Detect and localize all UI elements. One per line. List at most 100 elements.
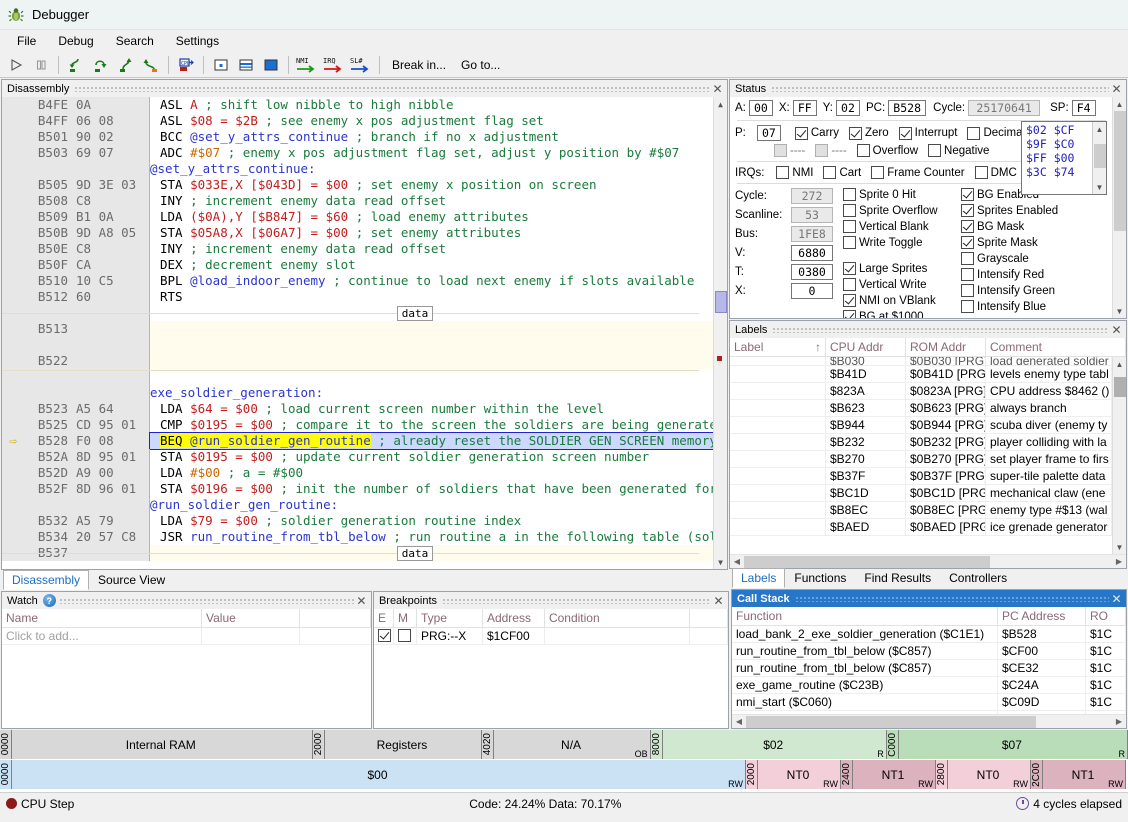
disassembly-code[interactable]: LDA $79 = $00 ; soldier generation routi… bbox=[150, 513, 713, 529]
ppu-flag-sprite-0-hit[interactable]: Sprite 0 Hit bbox=[843, 188, 951, 201]
table-row[interactable]: $823A$0823A [PRG]CPU address $8462 () bbox=[730, 383, 1112, 400]
disassembly-code[interactable]: STA $0196 = $00 ; init the number of sol… bbox=[150, 481, 713, 497]
disassembly-code[interactable]: INY ; increment enemy data read offset bbox=[150, 193, 713, 209]
scroll-track[interactable] bbox=[1093, 136, 1107, 180]
break-in-button[interactable]: Break in... bbox=[385, 56, 453, 74]
menu-file[interactable]: File bbox=[6, 31, 47, 51]
disassembly-row[interactable]: B50369 07ADC #$07 ; enemy x pos adjustme… bbox=[2, 145, 713, 161]
close-icon[interactable]: ✕ bbox=[710, 81, 725, 96]
cpu-memory-segment[interactable]: C000$07R bbox=[887, 730, 1128, 759]
disassembly-row[interactable]: B51260RTS bbox=[2, 289, 713, 305]
irq-cart[interactable]: Cart bbox=[823, 166, 861, 179]
table-row[interactable]: $B8EC$0B8EC [PRG]enemy type #$13 (wal bbox=[730, 502, 1112, 519]
disassembly-gutter[interactable] bbox=[2, 241, 24, 257]
watch-col-extra[interactable] bbox=[300, 609, 371, 627]
disassembly-code[interactable]: BPL @load_indoor_enemy ; continue to loa… bbox=[150, 273, 713, 289]
disassembly-row[interactable]: ⇨B528F0 08BEQ @run_soldier_gen_routine ;… bbox=[2, 433, 713, 449]
ppu-memory-segment[interactable]: 2C00NT1RW bbox=[1031, 760, 1126, 789]
disassembly-code[interactable]: @set_y_attrs_continue: bbox=[150, 161, 713, 177]
scroll-up-icon[interactable]: ▲ bbox=[1093, 122, 1107, 136]
table-row[interactable]: $B030$0B030 [PRG]load generated soldier bbox=[730, 357, 1112, 366]
disassembly-gutter[interactable] bbox=[2, 497, 24, 513]
table-row[interactable]: $B41D$0B41D [PRG]levels enemy type tabl bbox=[730, 366, 1112, 383]
table-row[interactable]: $B944$0B944 [PRG]scuba diver (enemy ty bbox=[730, 417, 1112, 434]
disassembly-row[interactable] bbox=[2, 369, 713, 385]
cpu-memory-segment[interactable]: 8000$02R bbox=[651, 730, 887, 759]
disassembly-row[interactable]: B4FE0AASL A ; shift low nibble to high n… bbox=[2, 97, 713, 113]
checkbox[interactable] bbox=[843, 204, 856, 217]
disassembly-row[interactable]: B532A5 79LDA $79 = $00 ; soldier generat… bbox=[2, 513, 713, 529]
disassembly-gutter[interactable] bbox=[2, 129, 24, 145]
disassembly-code[interactable]: LDA #$00 ; a = #$00 bbox=[150, 465, 713, 481]
scroll-track[interactable] bbox=[746, 716, 1112, 728]
watch-add-value[interactable] bbox=[202, 628, 300, 644]
menu-search[interactable]: Search bbox=[105, 31, 165, 51]
step-out-icon[interactable] bbox=[114, 54, 138, 76]
checkbox[interactable] bbox=[961, 236, 974, 249]
disassembly-gutter[interactable] bbox=[2, 321, 24, 337]
disassembly-code[interactable]: @run_soldier_gen_routine: bbox=[150, 497, 713, 513]
disassembly-row[interactable]: B50EC8INY ; increment enemy data read of… bbox=[2, 241, 713, 257]
flag-zero[interactable]: Zero bbox=[849, 127, 889, 140]
watch-add-row[interactable]: Click to add... bbox=[2, 628, 371, 645]
checkbox[interactable] bbox=[843, 278, 856, 291]
disassembly-gutter[interactable] bbox=[2, 257, 24, 273]
help-icon[interactable]: ? bbox=[43, 594, 56, 607]
callstack-rows[interactable]: load_bank_2_exe_soldier_generation ($C1E… bbox=[732, 626, 1126, 714]
stack-view[interactable]: $02 $CF$9F $C0$FF $00$3C $74 ▲ ▼ bbox=[1021, 121, 1107, 195]
disassembly-gutter[interactable] bbox=[2, 529, 24, 545]
ppu-flag-intensify-red[interactable]: Intensify Red bbox=[961, 268, 1058, 281]
stack-values[interactable]: $02 $CF$9F $C0$FF $00$3C $74 bbox=[1022, 122, 1092, 194]
ppu-flag-write-toggle[interactable]: Write Toggle bbox=[843, 236, 951, 249]
run-one-frame-icon[interactable] bbox=[259, 54, 283, 76]
menu-settings[interactable]: Settings bbox=[165, 31, 230, 51]
run-ppu-cycle-icon[interactable]: CPU bbox=[174, 54, 198, 76]
checkbox[interactable] bbox=[398, 629, 411, 642]
scroll-thumb[interactable] bbox=[715, 291, 727, 313]
checkbox[interactable] bbox=[961, 188, 974, 201]
disassembly-code[interactable]: exe_soldier_generation: bbox=[150, 385, 713, 401]
disassembly-row[interactable]: B50B9D A8 05STA $05A8,X [$06A7] = $00 ; … bbox=[2, 225, 713, 241]
watch-body[interactable]: Name Value Click to add... bbox=[2, 609, 371, 728]
table-row[interactable]: run_routine_from_tbl_below ($C857)$CF00$… bbox=[732, 643, 1126, 660]
scroll-thumb[interactable] bbox=[746, 716, 1036, 728]
bp-col-condition[interactable]: Condition bbox=[545, 609, 690, 627]
irq-frame-counter[interactable]: Frame Counter bbox=[871, 166, 964, 179]
table-row[interactable]: $BC1D$0BC1D [PRG]mechanical claw (ene bbox=[730, 485, 1112, 502]
scroll-track[interactable] bbox=[1113, 111, 1127, 304]
labels-rows[interactable]: $B030$0B030 [PRG]load generated soldier$… bbox=[730, 357, 1112, 554]
disassembly-gutter[interactable] bbox=[2, 481, 24, 497]
disassembly-code[interactable]: STA $0195 = $00 ; update current soldier… bbox=[150, 449, 713, 465]
cpu-memory-segment[interactable]: 0000Internal RAM bbox=[0, 730, 313, 759]
ppu-flag-sprite-overflow[interactable]: Sprite Overflow bbox=[843, 204, 951, 217]
table-row[interactable]: $B232$0B232 [PRG]player colliding with l… bbox=[730, 434, 1112, 451]
labels-col-rom-addr[interactable]: ROM Addr bbox=[906, 338, 986, 356]
panel-drag-grip[interactable] bbox=[772, 326, 1109, 333]
checkbox[interactable] bbox=[961, 252, 974, 265]
disassembly-gutter[interactable] bbox=[2, 225, 24, 241]
checkbox[interactable] bbox=[843, 294, 856, 307]
scroll-track[interactable] bbox=[744, 556, 1112, 568]
disassembly-row[interactable]: B525CD 95 01CMP $0195 = $00 ; compare it… bbox=[2, 417, 713, 433]
checkbox[interactable] bbox=[843, 188, 856, 201]
step-over-icon[interactable] bbox=[89, 54, 113, 76]
disassembly-code[interactable]: INY ; increment enemy data read offset bbox=[150, 241, 713, 257]
disassembly-gutter[interactable] bbox=[2, 401, 24, 417]
checkbox[interactable] bbox=[967, 127, 980, 140]
scroll-thumb[interactable] bbox=[1094, 144, 1106, 168]
disassembly-row[interactable]: B52A8D 95 01STA $0195 = $00 ; update cur… bbox=[2, 449, 713, 465]
disassembly-gutter[interactable] bbox=[2, 273, 24, 289]
table-row[interactable]: $B37F$0B37F [PRG]super-tile palette data bbox=[730, 468, 1112, 485]
watch-add-placeholder[interactable]: Click to add... bbox=[2, 628, 202, 644]
table-row[interactable]: PRG:--X$1CF00 bbox=[374, 628, 728, 645]
scroll-right-icon[interactable]: ▶ bbox=[1112, 717, 1126, 726]
ppu-flag-vertical-blank[interactable]: Vertical Blank bbox=[843, 220, 951, 233]
disassembly-gutter[interactable] bbox=[2, 209, 24, 225]
ppu-memory-segment[interactable]: 2400NT1RW bbox=[841, 760, 936, 789]
scroll-left-icon[interactable]: ◀ bbox=[730, 557, 744, 566]
disassembly-row[interactable]: B51010 C5BPL @load_indoor_enemy ; contin… bbox=[2, 273, 713, 289]
disassembly-code[interactable]: ASL A ; shift low nibble to high nibble bbox=[150, 97, 713, 113]
checkbox[interactable] bbox=[849, 127, 862, 140]
disassembly-code[interactable]: DEX ; decrement enemy slot bbox=[150, 257, 713, 273]
disassembly-row[interactable] bbox=[2, 337, 713, 353]
